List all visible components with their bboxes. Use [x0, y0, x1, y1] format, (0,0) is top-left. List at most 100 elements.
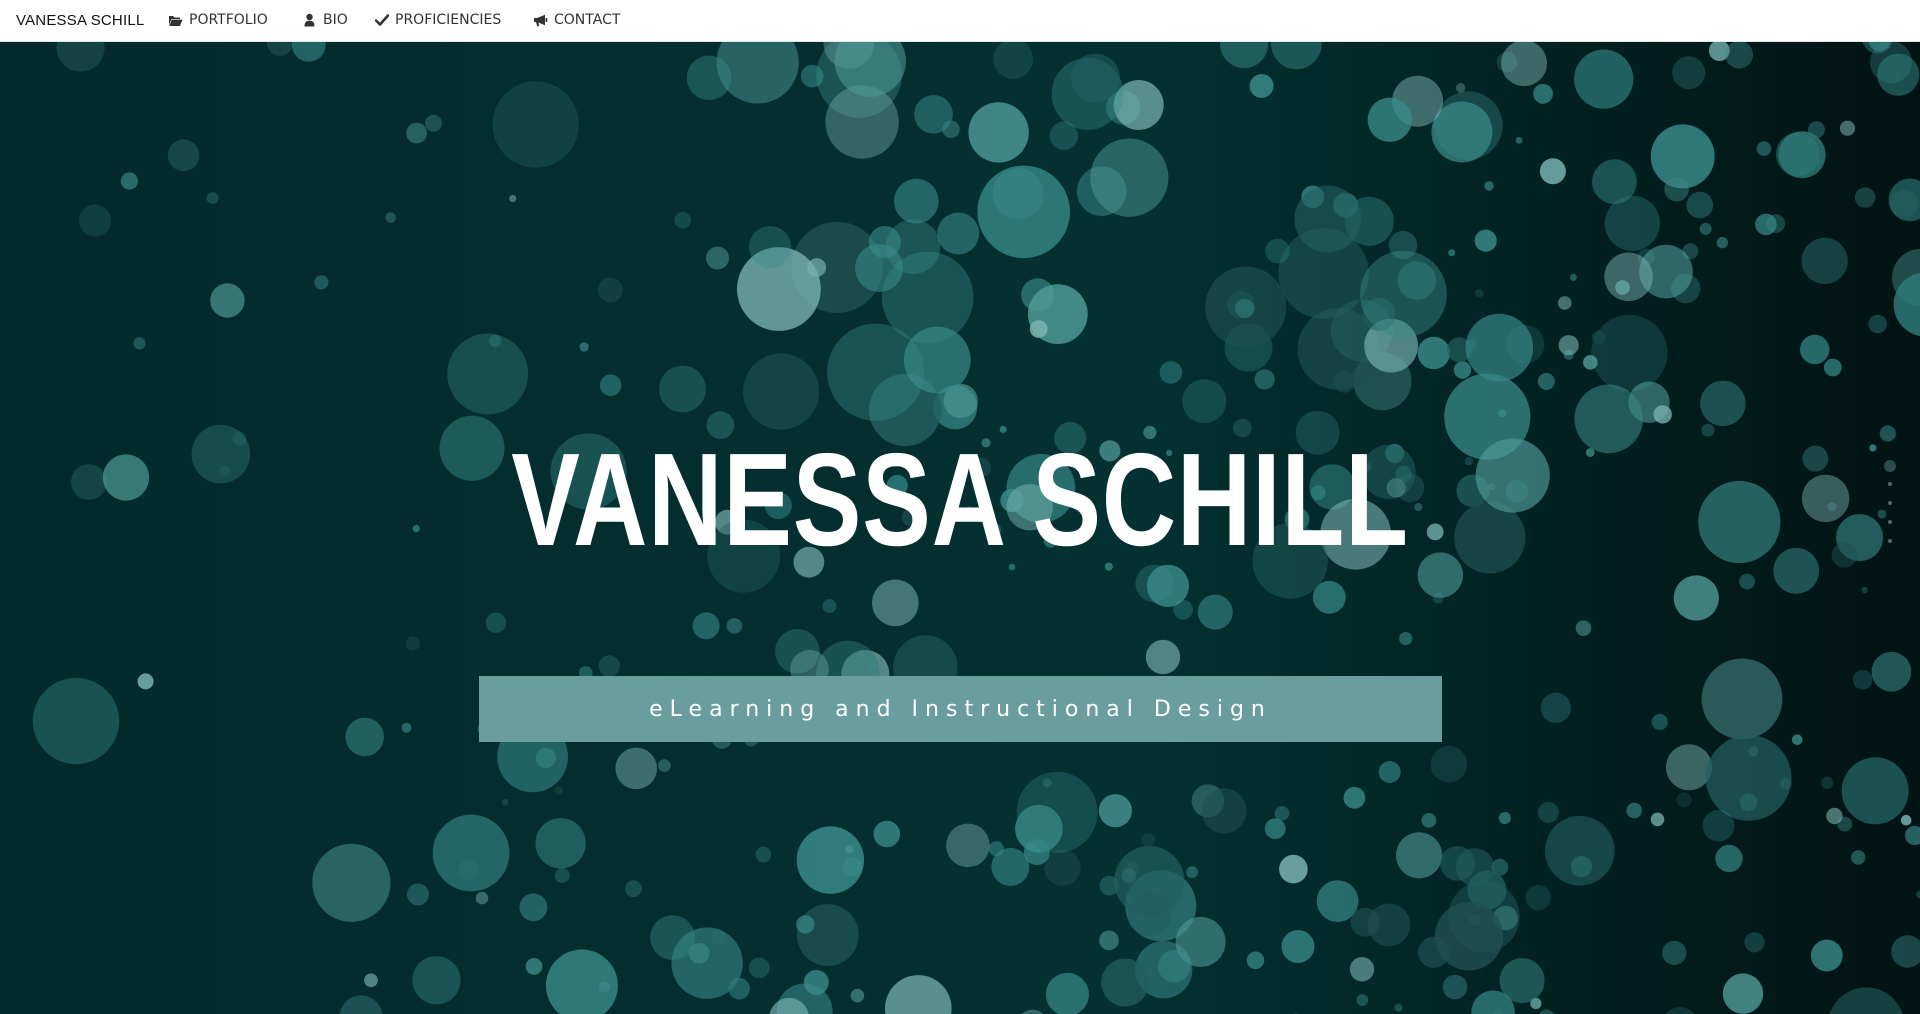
bokeh-circle [1651, 713, 1668, 731]
bokeh-circle [1916, 890, 1920, 899]
bokeh-circle [509, 195, 517, 203]
bokeh-circle [1475, 288, 1484, 298]
bokeh-circle [345, 717, 385, 757]
bokeh-circle [1662, 940, 1687, 966]
bokeh-circle [1699, 222, 1712, 235]
brand-link[interactable]: VANESSA SCHILL [16, 12, 144, 29]
bokeh-circle [364, 973, 378, 988]
page-dot-2[interactable] [1888, 482, 1892, 486]
bokeh-circle [1801, 474, 1850, 523]
bokeh-circle [167, 139, 200, 172]
bokeh-circle [447, 333, 529, 415]
bokeh-circle [1676, 792, 1692, 808]
bokeh-circle [1101, 958, 1150, 1007]
bokeh-circle [1839, 120, 1856, 136]
bokeh-circle [1045, 972, 1089, 1014]
bokeh-circle [692, 612, 720, 640]
nav-item-proficiencies[interactable]: PROFICIENCIES [374, 12, 501, 28]
bokeh-circle [1537, 373, 1555, 390]
checkmark-icon [374, 13, 389, 28]
bokeh-circle [1159, 361, 1183, 384]
bokeh-circle [1271, 42, 1322, 70]
bokeh-circle [937, 212, 980, 255]
bokeh-circle [946, 823, 990, 868]
bokeh-circle [133, 337, 146, 350]
bokeh-circle [1891, 935, 1920, 968]
bokeh-circle [615, 747, 657, 790]
bokeh-circle [598, 655, 620, 677]
bokeh-circle [822, 599, 837, 614]
bokeh-circle [706, 246, 729, 270]
bokeh-circle [1349, 957, 1375, 982]
bokeh-circle [866, 659, 878, 670]
bokeh-circle [1279, 854, 1308, 884]
bokeh-circle [855, 244, 904, 292]
bokeh-circle [425, 114, 442, 132]
bokeh-circle [728, 977, 750, 1000]
bokeh-circle [796, 915, 815, 934]
bokeh-circle [1755, 213, 1777, 236]
bokeh-circle [1851, 850, 1866, 865]
bokeh-circle [1570, 855, 1593, 878]
bokeh-circle [1501, 42, 1547, 87]
bokeh-circle [1182, 379, 1227, 424]
bokeh-circle [748, 226, 792, 269]
bokeh-circle [1114, 846, 1185, 917]
bokeh-circle [1686, 191, 1714, 219]
bokeh-circle [1879, 425, 1896, 442]
bokeh-circle [1868, 314, 1887, 334]
page-dot-1[interactable] [1884, 460, 1896, 472]
tagline-banner: eLearning and Instructional Design [479, 676, 1442, 742]
bokeh-circle [1705, 735, 1792, 821]
bokeh-circle [1852, 669, 1873, 690]
bokeh-circle [1465, 313, 1534, 382]
nav-label-contact: CONTACT [554, 12, 621, 28]
bokeh-circle [407, 883, 429, 906]
bokeh-circle [405, 636, 420, 651]
page-dot-5[interactable] [1888, 539, 1892, 543]
bokeh-circle [1360, 250, 1447, 338]
bokeh-circle [597, 277, 623, 303]
bokeh-circle [1455, 83, 1466, 93]
nav-item-bio[interactable]: BIO [302, 12, 348, 28]
bokeh-circle [579, 342, 589, 352]
bokeh-circle [1802, 445, 1829, 472]
bokeh-circle [1722, 973, 1764, 1014]
bokeh-circle [267, 42, 293, 56]
page-dot-4[interactable] [1888, 520, 1892, 524]
bokeh-circle [1264, 818, 1286, 839]
bokeh-circle [1604, 252, 1653, 302]
bokeh-circle [686, 55, 732, 101]
bokeh-circle [1739, 573, 1755, 590]
bokeh-circle [71, 464, 107, 500]
bokeh-circle [1316, 880, 1359, 922]
bokeh-circle [485, 612, 507, 633]
bokeh-circle [1021, 1009, 1044, 1014]
bokeh-circle [1810, 939, 1843, 972]
nav-item-contact[interactable]: CONTACT [533, 12, 620, 28]
bokeh-circle [807, 258, 827, 277]
bokeh-circle [1145, 639, 1181, 675]
bokeh-circle [914, 95, 953, 134]
bokeh-circle [1537, 801, 1559, 823]
bokeh-circle [1249, 74, 1274, 98]
bokeh-circle [658, 759, 671, 772]
bokeh-circle [1673, 575, 1719, 621]
bokeh-circle [800, 64, 824, 88]
bokeh-circle [536, 899, 545, 908]
folder-open-icon [168, 13, 183, 28]
bokeh-circle [825, 85, 899, 159]
bokeh-circle [1665, 1007, 1695, 1014]
bokeh-circle [1343, 786, 1366, 809]
bokeh-circle [796, 826, 865, 894]
page-dot-3[interactable] [1888, 501, 1892, 505]
bokeh-circle [1871, 651, 1912, 692]
top-navbar: VANESSA SCHILL PORTFOLIO BIO PROFICIENCI… [0, 0, 1920, 42]
bokeh-circle [1197, 594, 1233, 630]
bokeh-circle [1070, 53, 1120, 103]
nav-item-portfolio[interactable]: PORTFOLIO [168, 12, 268, 28]
bokeh-circle [1744, 932, 1765, 953]
bokeh-circle [968, 102, 1029, 163]
bokeh-circle [1515, 137, 1523, 144]
bokeh-circle [535, 818, 586, 869]
